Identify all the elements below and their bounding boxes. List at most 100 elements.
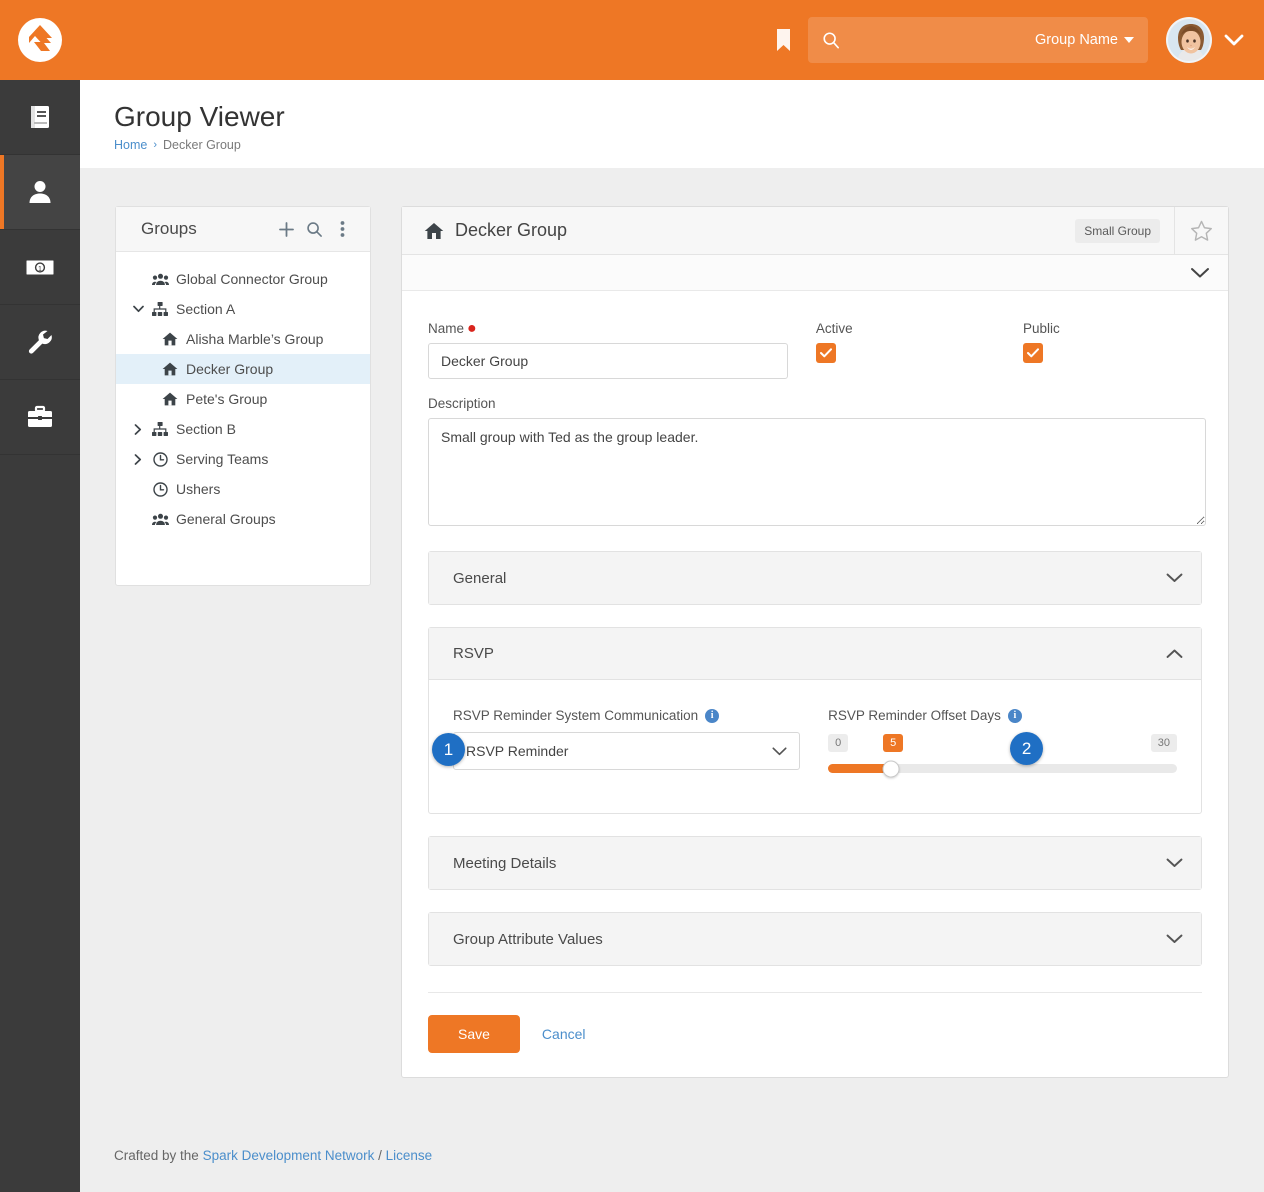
home-icon [158, 392, 182, 406]
svg-text:1: 1 [38, 266, 42, 273]
tree-item-decker-group[interactable]: Decker Group [116, 354, 370, 384]
description-textarea[interactable] [428, 418, 1206, 526]
tree-item-ushers[interactable]: Ushers [116, 474, 370, 504]
add-group-button[interactable] [272, 215, 300, 243]
users-icon [148, 273, 172, 286]
rsvp-offset-days-group: RSVP Reminder Offset Days i 0 5 30 2 [828, 708, 1177, 777]
rail-item-person[interactable] [0, 155, 80, 230]
section-rsvp-body: RSVP Reminder System Communication i RSV… [429, 680, 1201, 813]
section-group-attribute-values-header[interactable]: Group Attribute Values [429, 913, 1201, 965]
chevron-down-icon [1166, 858, 1183, 867]
breadcrumb-home[interactable]: Home [114, 138, 147, 152]
public-checkbox[interactable] [1022, 343, 1043, 363]
name-field-label: Name ● [428, 321, 788, 337]
page-footer: Crafted by the Spark Development Network… [80, 1120, 1264, 1192]
slider-thumb[interactable] [882, 760, 900, 777]
name-field-group: Name ● [428, 321, 788, 379]
search-input[interactable] [840, 31, 1035, 49]
search-icon [823, 32, 840, 49]
detail-panel-body: Name● Active Public [402, 291, 1228, 1077]
groups-panel: Groups Global Connector Group Section A … [115, 206, 371, 586]
tree-item-general-groups[interactable]: General Groups [116, 504, 370, 534]
info-icon[interactable]: i [1007, 708, 1022, 723]
avatar[interactable] [1166, 17, 1212, 63]
rock-logo-icon [18, 18, 62, 62]
tree-item-label: Decker Group [186, 361, 274, 377]
sitemap-icon [148, 302, 172, 316]
chevron-down-icon [1191, 267, 1209, 277]
section-rsvp: RSVP RSVP Reminder System Communication … [428, 627, 1202, 814]
check-icon [1026, 348, 1039, 358]
info-icon[interactable]: i [705, 708, 720, 723]
rsvp-communication-select[interactable]: RSVP Reminder [453, 732, 801, 770]
callout-number: 2 [1021, 738, 1032, 758]
tree-expand-toggle[interactable] [128, 453, 148, 465]
footer-license-link[interactable]: License [386, 1148, 433, 1163]
chevron-down-icon[interactable] [1224, 34, 1244, 47]
rail-item-book[interactable] [0, 80, 80, 155]
rsvp-offset-days-slider[interactable] [828, 760, 1177, 777]
chevron-right-icon [134, 453, 142, 465]
groups-panel-title: Groups [141, 219, 197, 238]
footer-org-link[interactable]: Spark Development Network [203, 1148, 375, 1163]
rsvp-communication-label: RSVP Reminder System Communication [453, 708, 699, 723]
chevron-down-icon [132, 305, 144, 313]
slider-value-badge: 5 [883, 734, 904, 752]
search-icon [306, 221, 322, 237]
public-field-group: Public [1022, 321, 1202, 379]
tree-item-label: Global Connector Group [176, 271, 328, 287]
chevron-right-icon [134, 423, 142, 435]
slider-tick-labels: 0 5 30 [828, 732, 1177, 754]
plus-icon [278, 221, 294, 237]
rail-item-finance[interactable]: 1 [0, 230, 80, 305]
page-title: Group Viewer [114, 101, 285, 132]
tree-item-section-b[interactable]: Section B [116, 414, 370, 444]
section-general: General [428, 551, 1202, 605]
rsvp-offset-days-label: RSVP Reminder Offset Days [828, 708, 1001, 723]
rail-item-tools[interactable] [0, 305, 80, 380]
chevron-up-icon [1166, 649, 1183, 658]
favorite-button[interactable] [1174, 206, 1228, 255]
section-group-attribute-values: Group Attribute Values [428, 912, 1202, 966]
active-checkbox[interactable] [815, 343, 836, 363]
name-input[interactable] [428, 343, 788, 379]
tree-item-alisha-marbles-group[interactable]: Alisha Marble’s Group [116, 324, 370, 354]
rsvp-communication-label-row: RSVP Reminder System Communication i [453, 708, 800, 723]
app-logo[interactable] [0, 17, 80, 63]
description-label: Description [428, 396, 496, 411]
ellipsis-vertical-icon [340, 221, 344, 237]
users-icon [148, 513, 172, 526]
description-field-group: Description [428, 396, 1206, 529]
sitemap-icon [148, 422, 172, 436]
tree-item-label: Serving Teams [176, 451, 269, 467]
tree-item-petes-group[interactable]: Pete's Group [116, 384, 370, 414]
cancel-button[interactable]: Cancel [542, 1026, 586, 1042]
section-rsvp-header[interactable]: RSVP [429, 628, 1201, 680]
section-meeting-details-header[interactable]: Meeting Details [429, 837, 1201, 889]
save-button[interactable]: Save [428, 1015, 520, 1053]
check-icon [819, 348, 832, 358]
user-menu[interactable] [1148, 17, 1264, 63]
group-name-dropdown[interactable]: Group Name [1035, 32, 1134, 48]
search-groups-button[interactable] [300, 215, 328, 243]
group-name-label: Group Name [1034, 32, 1118, 48]
tree-item-section-a[interactable]: Section A [116, 294, 370, 324]
page-header: Group Viewer Home › Decker Group [80, 80, 1264, 168]
tree-expand-toggle[interactable] [128, 423, 148, 435]
section-general-header[interactable]: General [429, 552, 1201, 604]
bookmark-button[interactable] [762, 0, 804, 80]
left-navigation-rail: 1 [0, 80, 80, 1192]
tree-item-serving-teams[interactable]: Serving Teams [116, 444, 370, 474]
tree-item-global-connector-group[interactable]: Global Connector Group [116, 264, 370, 294]
callout-badge-1: 1 [432, 733, 465, 766]
tree-collapse-toggle[interactable] [128, 305, 148, 313]
group-detail-panel: Decker Group Small Group Name● Active [401, 206, 1229, 1078]
rsvp-communication-group: RSVP Reminder System Communication i RSV… [432, 708, 801, 773]
groups-options-button[interactable] [328, 215, 356, 243]
rail-item-admin[interactable] [0, 380, 80, 455]
detail-collapse-bar[interactable] [402, 255, 1228, 291]
detail-panel-header: Decker Group Small Group [402, 206, 1228, 255]
clock-icon [148, 451, 172, 467]
tree-item-label: Section B [176, 421, 236, 437]
global-search-box[interactable]: Group Name [808, 17, 1148, 63]
